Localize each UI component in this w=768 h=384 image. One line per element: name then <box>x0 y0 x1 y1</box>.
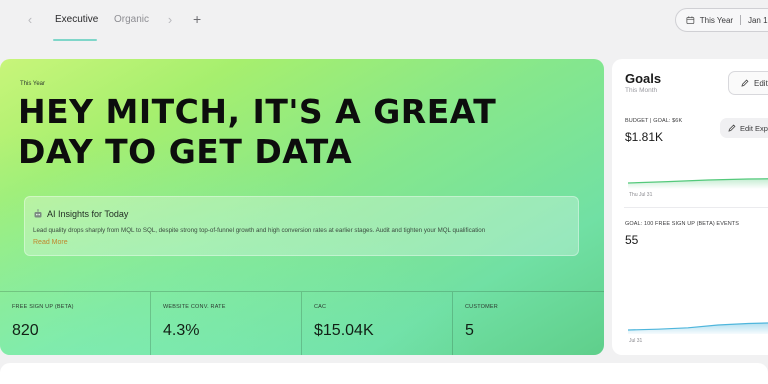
kpi-value: 820 <box>12 322 39 339</box>
goal-budget-label: BUDGET | GOAL: $6K <box>625 118 683 124</box>
kpi-label: CAC <box>314 304 327 310</box>
top-bar: ‹ Executive Organic › + This Year Jan 1 … <box>0 0 768 44</box>
edit-goals-button[interactable]: Edit <box>728 71 768 95</box>
kpi-label: WEBSITE CONV. RATE <box>163 304 226 310</box>
goals-subtitle: This Month <box>625 87 658 94</box>
kpi-value: 5 <box>465 322 474 339</box>
kpi-value: $15.04K <box>314 322 374 339</box>
kpi-website-conv-rate[interactable]: WEBSITE CONV. RATE 4.3% <box>151 292 302 355</box>
pill-divider <box>740 15 741 25</box>
pencil-icon <box>741 79 749 87</box>
tab-organic[interactable]: Organic <box>114 13 149 27</box>
goal-signup-value: 55 <box>625 233 639 247</box>
ai-insights-heading: AI Insights for Today <box>33 209 128 219</box>
goal-divider <box>624 207 768 208</box>
next-section-card <box>0 363 768 384</box>
edit-expense-label: Edit Exp <box>740 123 768 133</box>
goals-title: Goals <box>625 71 662 86</box>
plus-icon[interactable]: + <box>193 12 201 26</box>
date-range: Jan 1 - Au <box>747 15 768 25</box>
date-range-selector[interactable]: This Year Jan 1 - Au <box>675 8 768 32</box>
date-period: This Year <box>699 15 734 25</box>
kpi-cac[interactable]: CAC $15.04K <box>302 292 453 355</box>
edit-expense-button[interactable]: Edit Exp <box>720 118 768 138</box>
kpi-label: CUSTOMER <box>465 304 498 310</box>
calendar-icon <box>686 16 695 24</box>
goal-signup-label: GOAL: 100 FREE SIGN UP (BETA) EVENTS <box>625 221 740 227</box>
kpi-value: 4.3% <box>163 322 200 339</box>
hero-eyebrow: This Year <box>20 81 46 87</box>
axis-date: Thu Jul 31 <box>629 192 653 198</box>
goal-budget-value: $1.81K <box>625 130 664 144</box>
signup-area <box>628 323 768 334</box>
hero-headline: HEY MITCH, IT'S A GREAT DAY TO GET DATA <box>18 92 497 171</box>
ai-insights-title: AI Insights for Today <box>47 209 129 219</box>
pencil-icon <box>728 124 736 132</box>
signup-sparkline <box>628 322 768 334</box>
goals-panel: Goals This Month Edit BUDGET | GOAL: $6K… <box>612 59 768 355</box>
kpi-label: FREE SIGN UP (BETA) <box>12 304 74 310</box>
ai-insights-card: AI Insights for Today Lead quality drops… <box>24 196 579 256</box>
tab-executive[interactable]: Executive <box>55 13 98 27</box>
chevron-right-icon[interactable]: › <box>164 13 176 27</box>
active-tab-indicator <box>53 39 97 41</box>
edit-label: Edit <box>754 78 768 88</box>
robot-icon <box>34 209 42 218</box>
axis-date: Jul 31 <box>629 338 643 344</box>
hero-card: This Year HEY MITCH, IT'S A GREAT DAY TO… <box>0 59 604 355</box>
kpi-customer[interactable]: CUSTOMER 5 <box>453 292 604 355</box>
kpi-free-signup[interactable]: FREE SIGN UP (BETA) 820 <box>0 292 151 355</box>
read-more-link[interactable]: Read More <box>33 239 68 246</box>
ai-insights-body: Lead quality drops sharply from MQL to S… <box>33 227 486 234</box>
chevron-left-icon[interactable]: ‹ <box>24 13 36 27</box>
budget-sparkline <box>628 178 768 189</box>
kpi-row: FREE SIGN UP (BETA) 820 WEBSITE CONV. RA… <box>0 291 604 355</box>
